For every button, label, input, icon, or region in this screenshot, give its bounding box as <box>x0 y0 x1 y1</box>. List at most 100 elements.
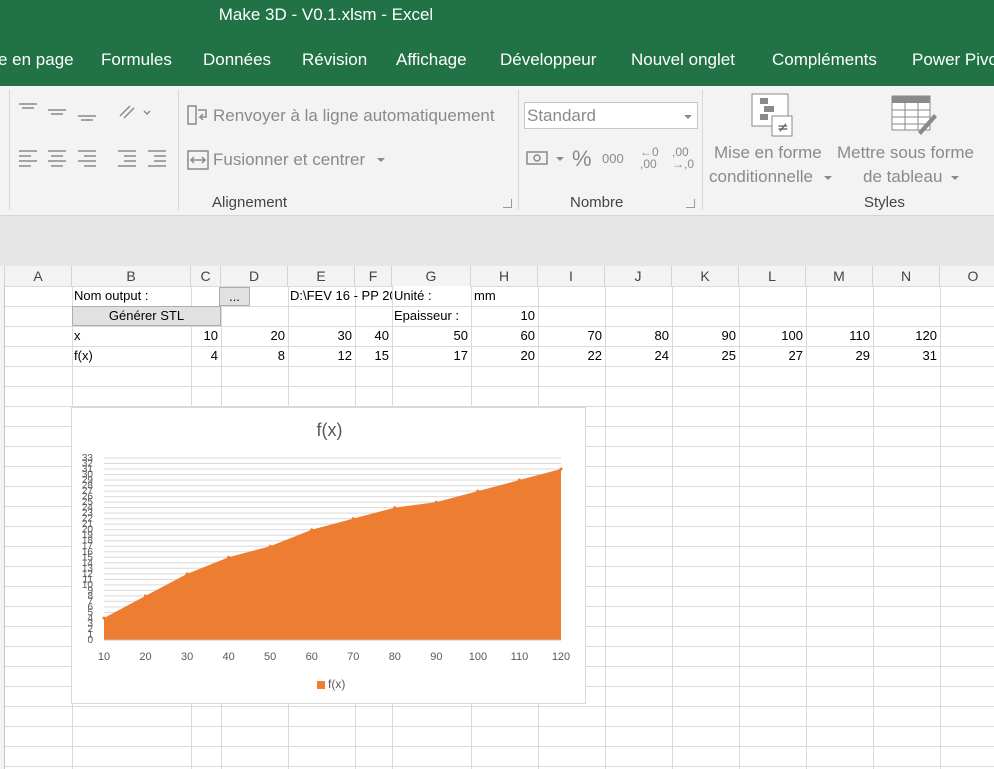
cell-fx-value[interactable]: 24 <box>605 346 669 366</box>
cell-fx-value[interactable]: 27 <box>739 346 803 366</box>
horizontal-align-icons[interactable] <box>18 148 170 170</box>
data-point <box>393 506 397 510</box>
cell-x-value[interactable]: 70 <box>538 326 602 346</box>
tab-mise-en-page[interactable]: e en page <box>0 50 74 70</box>
conditional-formatting-line1[interactable]: Mise en forme <box>714 143 822 163</box>
conditional-formatting-icon: ≠ <box>751 93 793 137</box>
browse-button[interactable]: ... <box>219 287 250 306</box>
cell-x-value[interactable]: 50 <box>392 326 468 346</box>
data-point <box>310 528 314 532</box>
column-header-e[interactable]: E <box>288 266 355 286</box>
cell-unite-label[interactable]: Unité : <box>394 286 470 306</box>
format-as-table-line2[interactable]: de tableau <box>863 167 942 187</box>
dialog-launcher-icon[interactable] <box>686 199 695 208</box>
wrap-text-button[interactable]: Renvoyer à la ligne automatiquement <box>213 106 495 126</box>
area-series-fx <box>104 469 561 640</box>
merge-center-button[interactable]: Fusionner et centrer <box>213 150 365 170</box>
vertical-align-icons[interactable] <box>18 100 98 122</box>
x-tick-label: 30 <box>181 651 193 663</box>
cell-x-value[interactable]: 60 <box>471 326 535 346</box>
formula-area <box>0 216 994 266</box>
data-point <box>144 594 148 598</box>
cell-path-value[interactable]: D:\FEV 16 - PP 20 <box>290 286 392 306</box>
cell-x-value[interactable]: 120 <box>873 326 937 346</box>
tab-complements[interactable]: Compléments <box>772 50 877 70</box>
data-point <box>227 555 231 559</box>
cell-x-value[interactable]: 100 <box>739 326 803 346</box>
column-header-n[interactable]: N <box>873 266 940 286</box>
cell-fx-value[interactable]: 4 <box>191 346 218 366</box>
cell-x-value[interactable]: 30 <box>288 326 352 346</box>
cell-fx-value[interactable]: 8 <box>221 346 285 366</box>
data-point <box>102 616 106 620</box>
cell-fx-value[interactable]: 12 <box>288 346 352 366</box>
cell-fx-value[interactable]: 20 <box>471 346 535 366</box>
x-tick-label: 90 <box>430 651 442 663</box>
column-header-d[interactable]: D <box>221 266 288 286</box>
thousands-button[interactable]: 000 <box>602 151 624 166</box>
cell-fx-value[interactable]: 29 <box>806 346 870 366</box>
column-header-b[interactable]: B <box>72 266 191 286</box>
cell-fx-value[interactable]: 17 <box>392 346 468 366</box>
cell-fx-value[interactable]: 31 <box>873 346 937 366</box>
column-header-f[interactable]: F <box>355 266 392 286</box>
tab-developpeur[interactable]: Développeur <box>500 50 596 70</box>
chevron-down-icon[interactable] <box>950 174 960 182</box>
cell-x-label[interactable]: x <box>74 326 184 346</box>
tab-nouvel-onglet[interactable]: Nouvel onglet <box>631 50 735 70</box>
decrease-decimal-button[interactable]: ,00 →,0 <box>672 146 700 170</box>
cell-x-value[interactable]: 10 <box>191 326 218 346</box>
cell-x-value[interactable]: 80 <box>605 326 669 346</box>
cell-x-value[interactable]: 110 <box>806 326 870 346</box>
column-header-o[interactable]: O <box>940 266 994 286</box>
chart-legend[interactable]: f(x) <box>317 677 345 691</box>
group-label-number: Nombre <box>570 194 624 211</box>
column-header-k[interactable]: K <box>672 266 739 286</box>
window-title: Make 3D - V0.1.xlsm - Excel <box>218 5 434 24</box>
ribbon: Renvoyer à la ligne automatiquement Fusi… <box>0 86 994 216</box>
cell-unite-value[interactable]: mm <box>474 286 534 306</box>
column-header-c[interactable]: C <box>191 266 221 286</box>
format-as-table-line1[interactable]: Mettre sous forme <box>837 143 974 163</box>
x-tick-label: 100 <box>469 651 487 663</box>
dialog-launcher-icon[interactable] <box>503 199 512 208</box>
tab-power-pivot[interactable]: Power Pivo <box>912 50 994 70</box>
separator <box>178 90 179 210</box>
tab-formules[interactable]: Formules <box>101 50 172 70</box>
tab-affichage[interactable]: Affichage <box>396 50 467 70</box>
column-header-g[interactable]: G <box>392 266 471 286</box>
chevron-down-icon[interactable] <box>823 174 833 182</box>
number-format-select[interactable]: Standard <box>524 102 698 129</box>
generate-stl-button[interactable]: Générer STL <box>72 306 221 326</box>
tab-donnees[interactable]: Données <box>203 50 271 70</box>
column-header-i[interactable]: I <box>538 266 605 286</box>
cell-x-value[interactable]: 90 <box>672 326 736 346</box>
column-header-h[interactable]: H <box>471 266 538 286</box>
svg-text:≠: ≠ <box>777 120 789 136</box>
area-chart[interactable]: f(x) 0 1 2 3 4 5 6 7 8 9 10 11 12 13 14 15 16 17 18 19 20 21 2… <box>71 407 586 704</box>
column-header-a[interactable]: A <box>5 266 72 286</box>
column-header-j[interactable]: J <box>605 266 672 286</box>
wrap-text-icon <box>187 105 207 125</box>
cell-epaisseur-label[interactable]: Epaisseur : <box>394 306 470 326</box>
cell-x-value[interactable]: 20 <box>221 326 285 346</box>
tab-revision[interactable]: Révision <box>302 50 367 70</box>
column-header-l[interactable]: L <box>739 266 806 286</box>
cell-nom-output-label[interactable]: Nom output : <box>74 286 191 306</box>
chart-plot[interactable]: 0123456789101112131415161718192021222324… <box>72 408 585 703</box>
increase-decimal-button[interactable]: ←0 ,00 <box>640 146 668 170</box>
x-tick-label: 50 <box>264 651 276 663</box>
cell-epaisseur-value[interactable]: 10 <box>471 306 535 326</box>
legend-swatch <box>317 680 325 689</box>
cell-fx-value[interactable]: 22 <box>538 346 602 366</box>
cell-fx-label[interactable]: f(x) <box>74 346 184 366</box>
percent-button[interactable]: % <box>572 146 592 172</box>
column-header-m[interactable]: M <box>806 266 873 286</box>
orientation-icon[interactable] <box>118 102 154 122</box>
conditional-formatting-line2[interactable]: conditionnelle <box>709 167 813 187</box>
chevron-down-icon[interactable] <box>376 156 386 164</box>
currency-icon[interactable] <box>526 148 566 170</box>
cell-fx-value[interactable]: 15 <box>355 346 389 366</box>
cell-x-value[interactable]: 40 <box>355 326 389 346</box>
cell-fx-value[interactable]: 25 <box>672 346 736 366</box>
